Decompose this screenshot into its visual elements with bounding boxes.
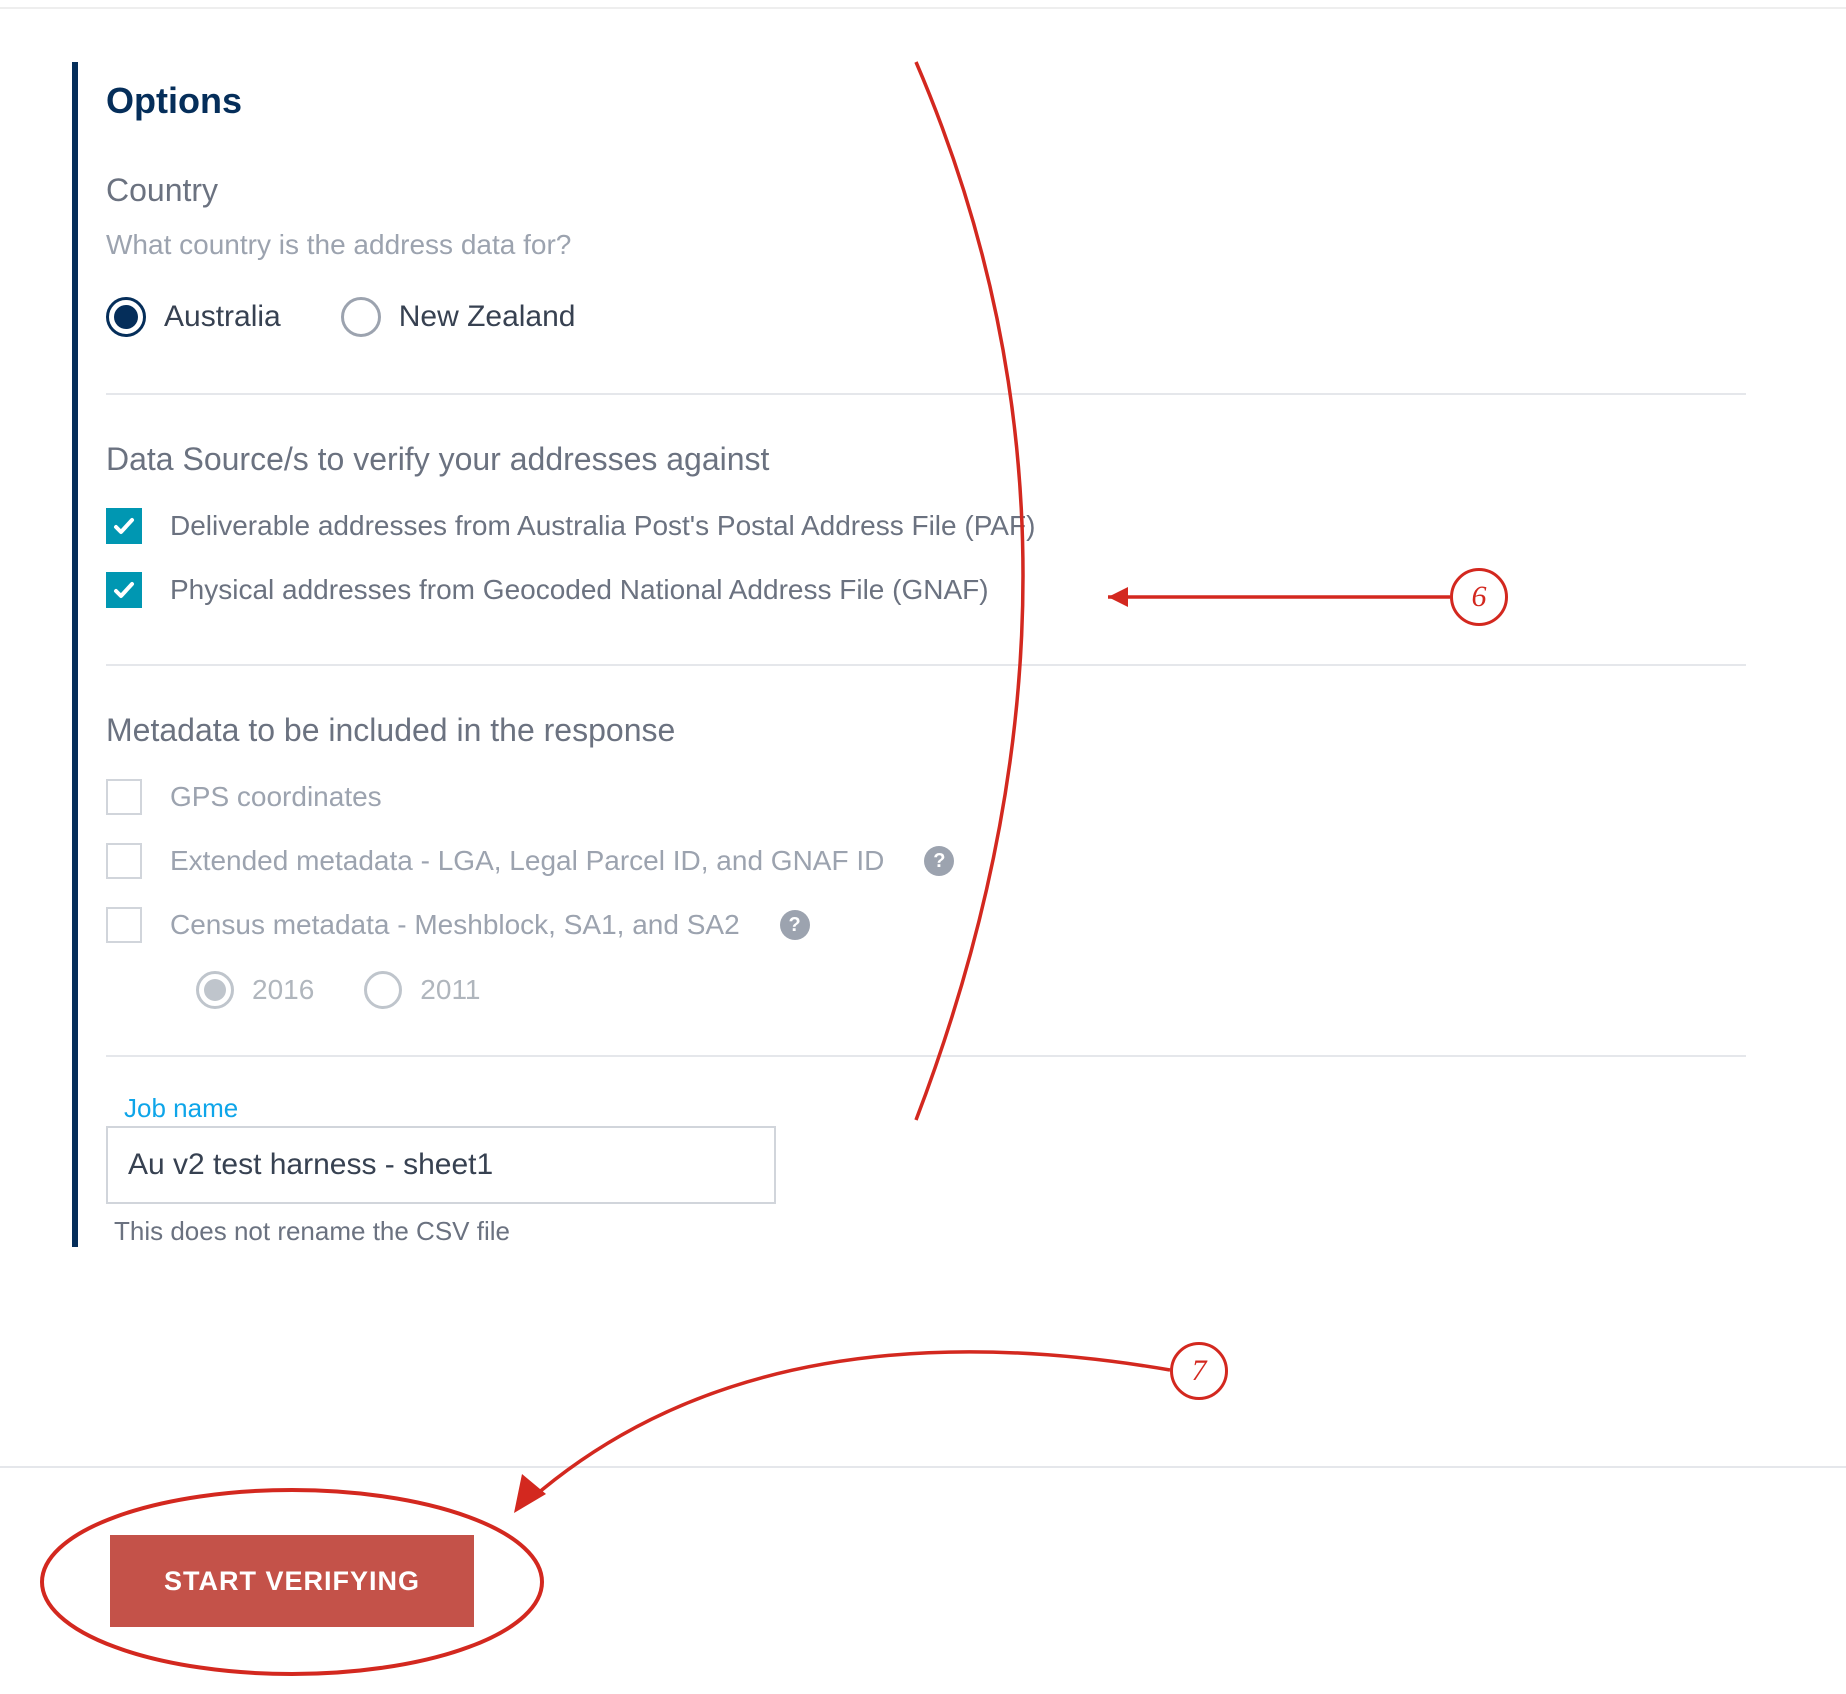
checkbox-paf[interactable]: Deliverable addresses from Australia Pos…: [106, 508, 1746, 544]
radio-newzealand-label: New Zealand: [399, 300, 576, 334]
radio-disabled-icon: [364, 971, 402, 1009]
radio-newzealand[interactable]: New Zealand: [341, 297, 576, 337]
section-divider: [106, 1055, 1746, 1057]
radio-selected-icon: [106, 297, 146, 337]
country-helper: What country is the address data for?: [106, 229, 1746, 261]
jobname-label: Job name: [124, 1093, 1746, 1124]
radio-2011[interactable]: 2011: [364, 971, 480, 1009]
checkbox-checked-icon: [106, 572, 142, 608]
options-title: Options: [106, 80, 1746, 122]
checkbox-unchecked-icon: [106, 843, 142, 879]
start-verifying-label: START VERIFYING: [164, 1566, 420, 1597]
radio-2016-label: 2016: [252, 974, 314, 1006]
checkbox-census[interactable]: Census metadata - Meshblock, SA1, and SA…: [106, 907, 1746, 943]
checkbox-census-label: Census metadata - Meshblock, SA1, and SA…: [170, 909, 740, 941]
checkbox-gnaf-label: Physical addresses from Geocoded Nationa…: [170, 574, 989, 606]
section-divider: [106, 393, 1746, 395]
census-year-group: 2016 2011: [196, 971, 1746, 1009]
radio-disabled-selected-icon: [196, 971, 234, 1009]
radio-australia[interactable]: Australia: [106, 297, 281, 337]
start-verifying-button[interactable]: START VERIFYING: [110, 1535, 474, 1627]
checkbox-checked-icon: [106, 508, 142, 544]
metadata-list: GPS coordinates Extended metadata - LGA,…: [106, 779, 1746, 1009]
checkbox-gps[interactable]: GPS coordinates: [106, 779, 1746, 815]
checkbox-gps-label: GPS coordinates: [170, 781, 382, 813]
datasource-heading: Data Source/s to verify your addresses a…: [106, 441, 1746, 478]
radio-2016[interactable]: 2016: [196, 971, 314, 1009]
jobname-input[interactable]: [106, 1126, 776, 1204]
jobname-block: Job name This does not rename the CSV fi…: [106, 1093, 1746, 1247]
options-panel: Options Country What country is the addr…: [72, 62, 1746, 1247]
checkbox-extended-label: Extended metadata - LGA, Legal Parcel ID…: [170, 845, 884, 877]
help-icon[interactable]: ?: [924, 846, 954, 876]
checkbox-gnaf[interactable]: Physical addresses from Geocoded Nationa…: [106, 572, 1746, 608]
checkbox-unchecked-icon: [106, 907, 142, 943]
country-radio-group: Australia New Zealand: [106, 297, 1746, 337]
top-divider: [0, 7, 1846, 9]
checkbox-unchecked-icon: [106, 779, 142, 815]
jobname-note: This does not rename the CSV file: [114, 1216, 1746, 1247]
checkbox-paf-label: Deliverable addresses from Australia Pos…: [170, 510, 1035, 542]
radio-unselected-icon: [341, 297, 381, 337]
footer-divider: [0, 1466, 1846, 1468]
radio-2011-label: 2011: [420, 974, 480, 1006]
help-icon[interactable]: ?: [780, 910, 810, 940]
datasource-list: Deliverable addresses from Australia Pos…: [106, 508, 1746, 608]
metadata-heading: Metadata to be included in the response: [106, 712, 1746, 749]
annotation-badge-7: 7: [1170, 1342, 1228, 1400]
checkbox-extended[interactable]: Extended metadata - LGA, Legal Parcel ID…: [106, 843, 1746, 879]
section-divider: [106, 664, 1746, 666]
radio-australia-label: Australia: [164, 300, 281, 334]
country-heading: Country: [106, 172, 1746, 209]
